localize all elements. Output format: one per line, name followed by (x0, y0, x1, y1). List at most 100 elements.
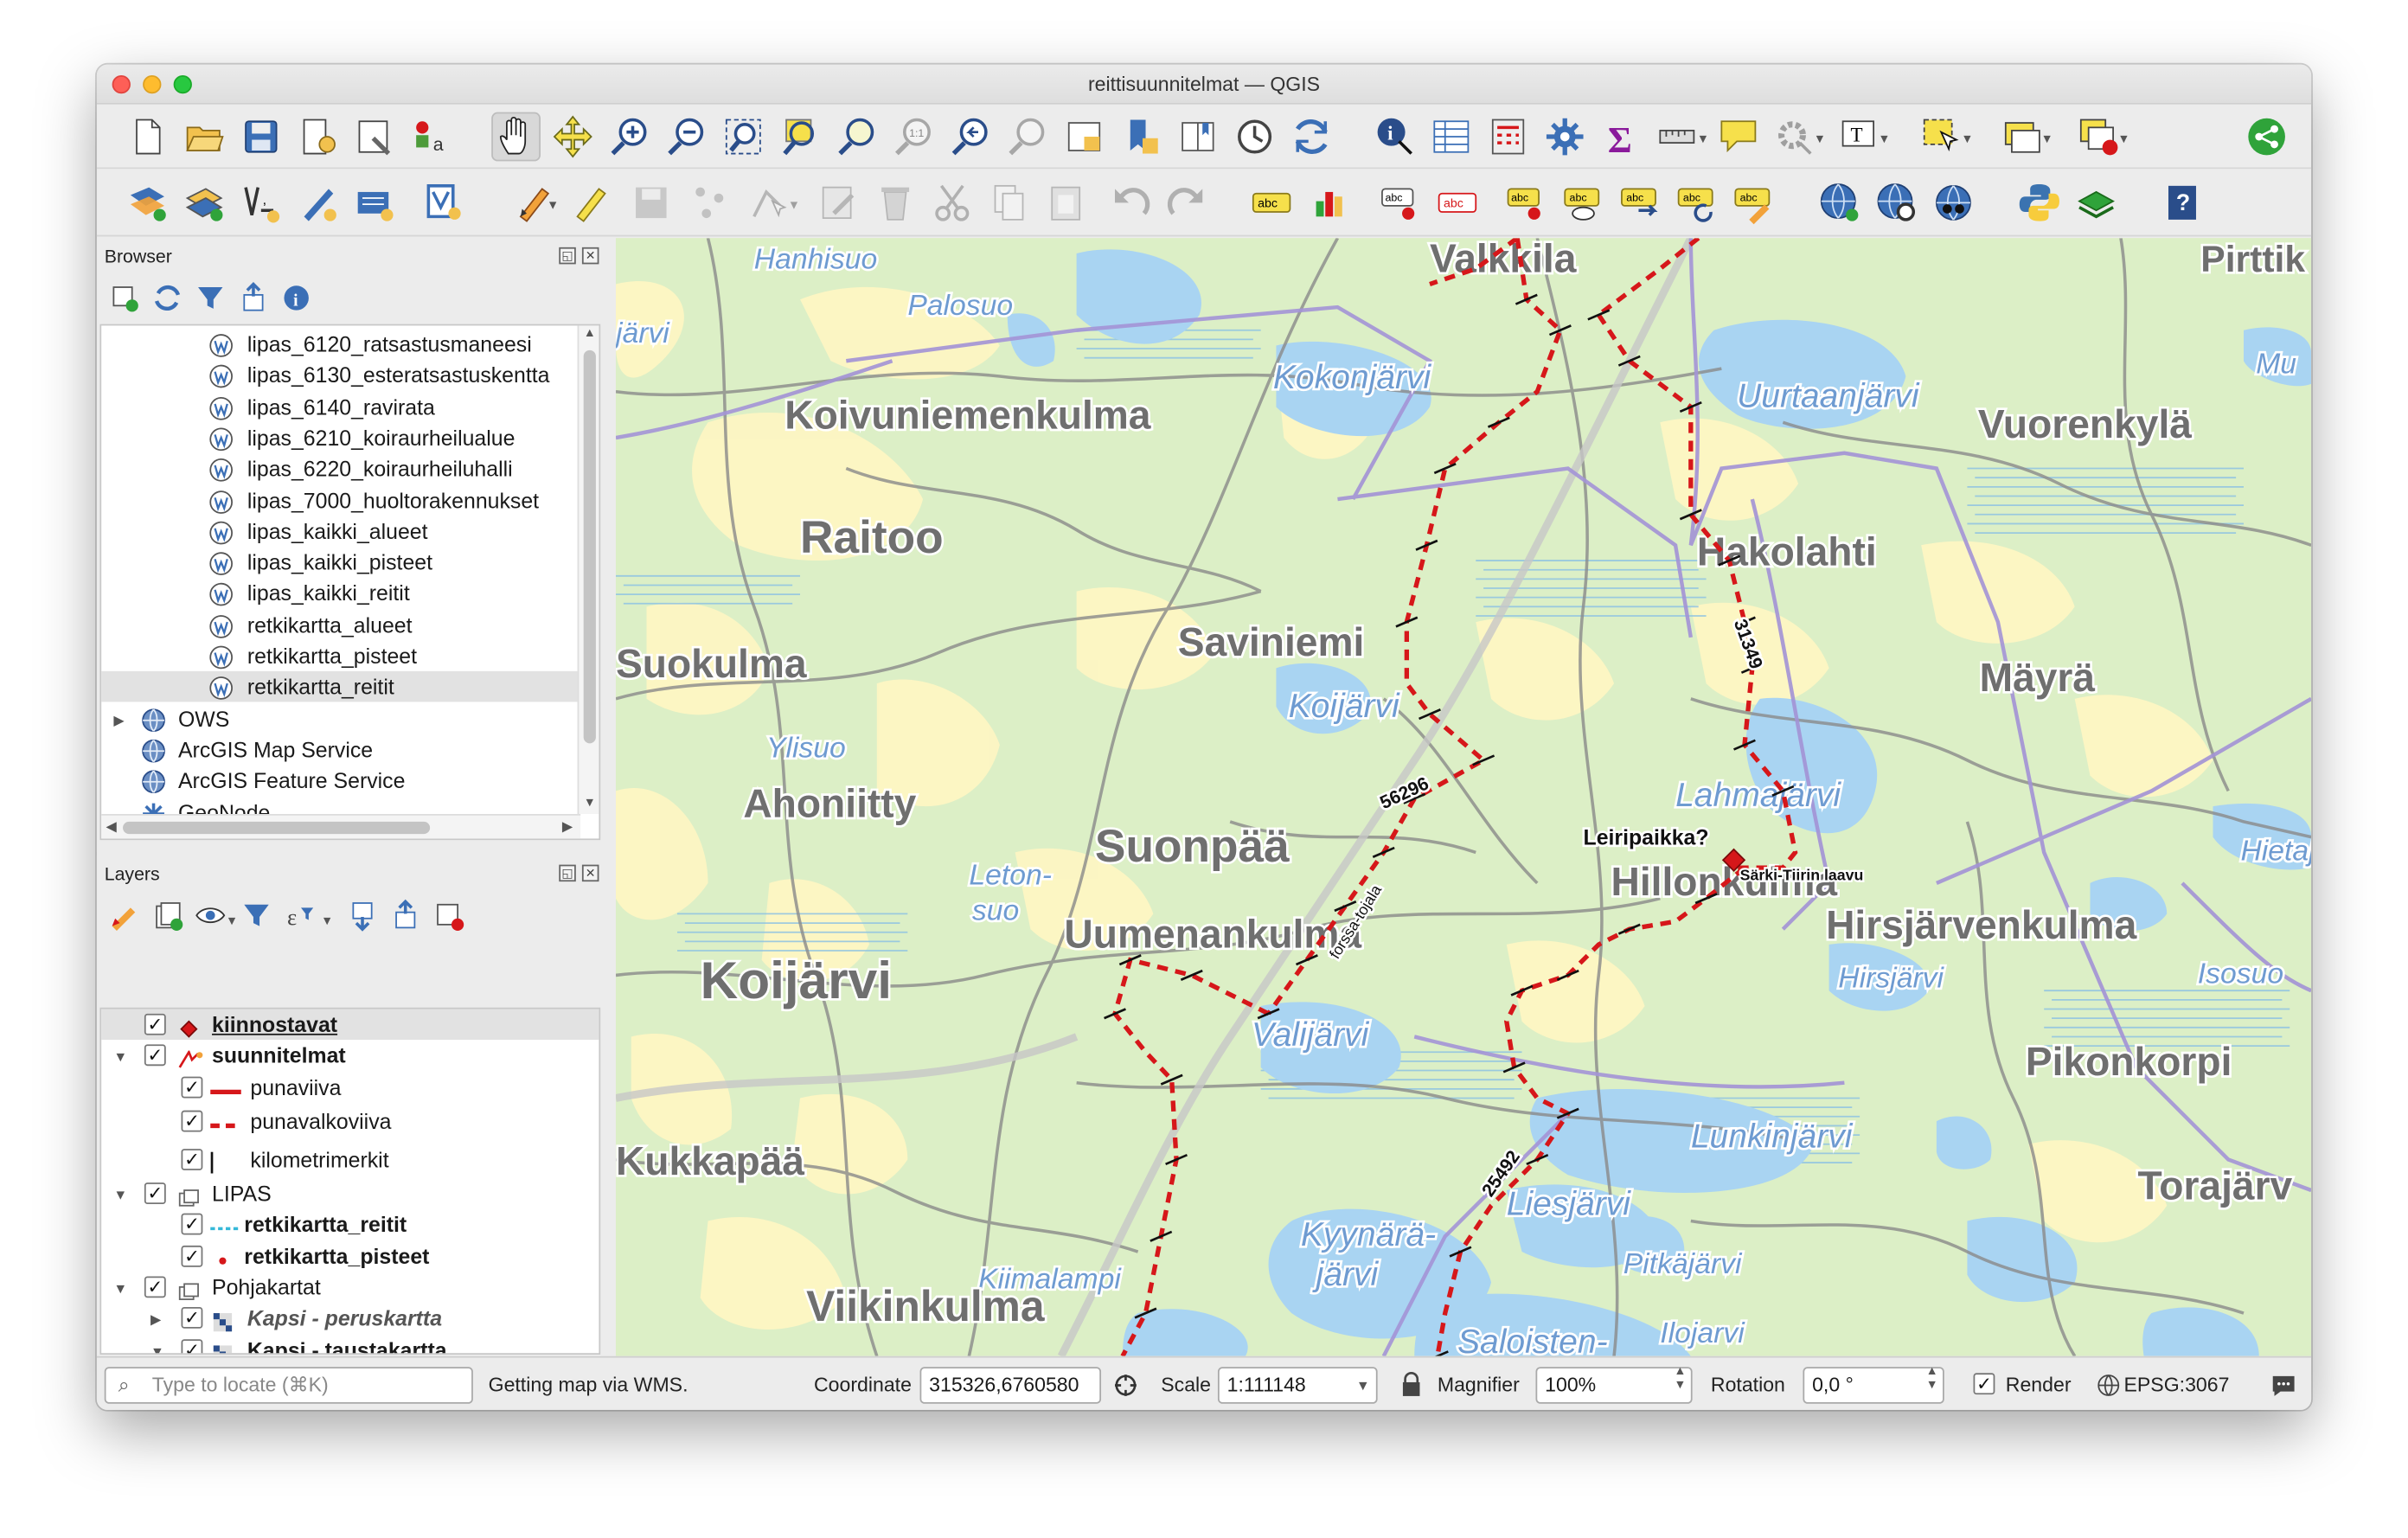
scroll-right-icon[interactable]: ▶ (562, 818, 573, 836)
browser-item[interactable]: retkikartta_alueet (101, 609, 599, 640)
map-canvas[interactable]: Valkkila Pirttik Hanhisuo Palosuo Kokonjärvi… (615, 238, 2312, 1356)
crs-globe-icon[interactable] (2097, 1373, 2121, 1397)
redo-icon[interactable] (1164, 180, 1210, 226)
select-by-value-icon[interactable] (2000, 113, 2046, 159)
toggle-extents-icon[interactable] (1111, 1372, 1139, 1400)
layer-visibility-checkbox[interactable]: ✓ (181, 1306, 203, 1329)
collapse-arrow-icon[interactable]: ▼ (113, 1041, 127, 1073)
zoom-out-icon[interactable] (663, 113, 709, 159)
layer-visibility-checkbox[interactable]: ✓ (181, 1149, 203, 1170)
copy-features-icon[interactable] (986, 180, 1032, 226)
browser-group[interactable]: ArcGIS Map Service (101, 734, 599, 765)
share-icon[interactable] (2244, 113, 2290, 159)
visibility-dropdown-icon[interactable]: ▼ (226, 913, 238, 927)
add-selected-icon[interactable] (107, 281, 141, 315)
zoom-to-layer-icon[interactable] (834, 113, 880, 159)
save-edits-icon[interactable] (628, 180, 674, 226)
new-map-view-icon[interactable] (1061, 113, 1107, 159)
add-wfs-layer-icon[interactable] (420, 180, 466, 226)
text-annotation-icon[interactable]: T (1836, 113, 1882, 159)
zoom-in-icon[interactable] (606, 113, 652, 159)
processing-toolbox-icon[interactable] (1542, 113, 1588, 159)
select-dropdown-icon[interactable]: ▼ (1961, 132, 1973, 146)
filter-legend-icon[interactable] (240, 899, 273, 932)
crs-button[interactable]: EPSG:3067 (2124, 1373, 2230, 1396)
layer-visibility-checkbox[interactable]: ✓ (181, 1339, 203, 1354)
browser-item[interactable]: lipas_kaikki_reitit (101, 578, 599, 609)
layer-tree-item[interactable]: ▼ ✓ suunnitelmat (101, 1040, 599, 1071)
new-project-icon[interactable] (125, 113, 170, 159)
browser-item[interactable]: lipas_6120_ratsastusmaneesi (101, 329, 599, 360)
info-icon[interactable]: i (279, 281, 313, 315)
layer-visibility-checkbox[interactable]: ✓ (144, 1044, 166, 1067)
browser-item[interactable]: retkikartta_pisteet (101, 640, 599, 671)
add-raster-layer-icon[interactable] (182, 180, 227, 226)
expand-arrow-icon[interactable]: ▶ (150, 1304, 161, 1335)
map-tips-icon[interactable] (1715, 113, 1761, 159)
browser-item[interactable]: retkikartta_reitit (101, 671, 599, 702)
chevron-down-icon[interactable]: ▼ (1356, 1368, 1370, 1402)
scrollbar-thumb[interactable] (583, 349, 596, 744)
save-project-icon[interactable] (238, 113, 284, 159)
close-panel-button[interactable]: ✕ (581, 247, 599, 265)
layer-tree-item[interactable]: ▼ ✓ Pohjakartat (101, 1272, 599, 1303)
undo-icon[interactable] (1107, 180, 1153, 226)
layout-manager-icon[interactable] (352, 113, 398, 159)
metasearch-icon[interactable] (1873, 180, 1919, 226)
browser-item[interactable]: lipas_kaikki_pisteet (101, 547, 599, 578)
expand-all-icon[interactable] (345, 899, 379, 932)
layer-visibility-checkbox[interactable]: ✓ (181, 1245, 203, 1267)
layer-tree-item[interactable]: ▼ ✓ LIPAS (101, 1178, 599, 1209)
vertex-dropdown-icon[interactable]: ▼ (788, 198, 800, 212)
annotation-dropdown-icon[interactable]: ▼ (1878, 132, 1890, 146)
show-hide-labels-icon[interactable]: abc (1503, 180, 1549, 226)
browser-item[interactable]: lipas_6220_koiraurheiluhalli (101, 453, 599, 484)
layer-visibility-checkbox[interactable]: ✓ (181, 1076, 203, 1099)
layer-tree-item[interactable]: ✓ retkikartta_pisteet (101, 1241, 599, 1272)
lock-scale-icon[interactable] (1400, 1372, 1422, 1398)
remove-layer-icon[interactable] (432, 899, 465, 932)
zoom-full-icon[interactable] (720, 113, 766, 159)
layer-tree-item[interactable]: ▼ ✓ Kapsi - taustakartta (101, 1335, 599, 1354)
highlight-pinned-icon[interactable]: abc (1434, 180, 1480, 226)
refresh-icon[interactable] (150, 281, 184, 315)
deselect-dropdown-icon[interactable]: ▼ (2117, 132, 2129, 146)
collapse-arrow-icon[interactable]: ▼ (113, 1180, 127, 1211)
measure-dropdown-icon[interactable]: ▼ (1697, 132, 1709, 146)
vertex-tool-icon[interactable] (745, 180, 791, 226)
expression-dropdown-icon[interactable]: ▼ (321, 913, 333, 927)
change-label-icon[interactable]: abc (1674, 180, 1720, 226)
locate-search-input[interactable]: ⌕ Type to locate (⌘K) (104, 1367, 473, 1404)
wms-search-icon[interactable] (1816, 180, 1862, 226)
rotate-label-icon[interactable]: abc (1617, 180, 1663, 226)
cut-features-icon[interactable] (929, 180, 975, 226)
identify-icon[interactable]: i (1372, 113, 1418, 159)
rotation-field[interactable]: 0,0 ° ▲ ▼ (1803, 1364, 1944, 1404)
zoom-last-icon[interactable] (947, 113, 993, 159)
deselect-icon[interactable] (2076, 113, 2122, 159)
browser-vertical-scrollbar[interactable]: ▲ ▼ (577, 325, 599, 815)
collapse-all-icon[interactable] (388, 899, 422, 932)
close-panel-button[interactable]: ✕ (581, 864, 599, 882)
add-delimited-text-icon[interactable]: , (238, 180, 284, 226)
new-print-layout-icon[interactable] (295, 113, 341, 159)
layer-visibility-checkbox[interactable]: ✓ (144, 1276, 166, 1298)
scale-combobox[interactable]: 1:111148 ▼ (1217, 1367, 1378, 1404)
open-layer-styling-icon[interactable] (107, 899, 141, 932)
browser-item[interactable]: lipas_6210_koiraurheilualue (101, 422, 599, 453)
layer-visibility-checkbox[interactable]: ✓ (181, 1110, 203, 1132)
diagram-tool-icon[interactable] (1309, 180, 1354, 226)
select-value-dropdown-icon[interactable]: ▼ (2041, 132, 2053, 146)
label-properties-icon[interactable]: abc (1731, 180, 1777, 226)
render-checkbox[interactable]: ✓ (1973, 1373, 1995, 1395)
style-manager-icon[interactable]: a (408, 113, 454, 159)
collapse-all-icon[interactable] (236, 281, 270, 315)
pin-labels-icon[interactable]: abc (1378, 180, 1424, 226)
layer-visibility-checkbox[interactable]: ✓ (144, 1013, 166, 1035)
hscroll-thumb[interactable] (123, 821, 431, 835)
field-calculator-icon[interactable] (1485, 113, 1531, 159)
browser-item[interactable]: lipas_6130_esteratsastuskentta (101, 360, 599, 391)
open-project-icon[interactable] (182, 113, 227, 159)
add-feature-icon[interactable] (688, 180, 733, 226)
statistics-icon[interactable]: Σ (1598, 113, 1644, 160)
